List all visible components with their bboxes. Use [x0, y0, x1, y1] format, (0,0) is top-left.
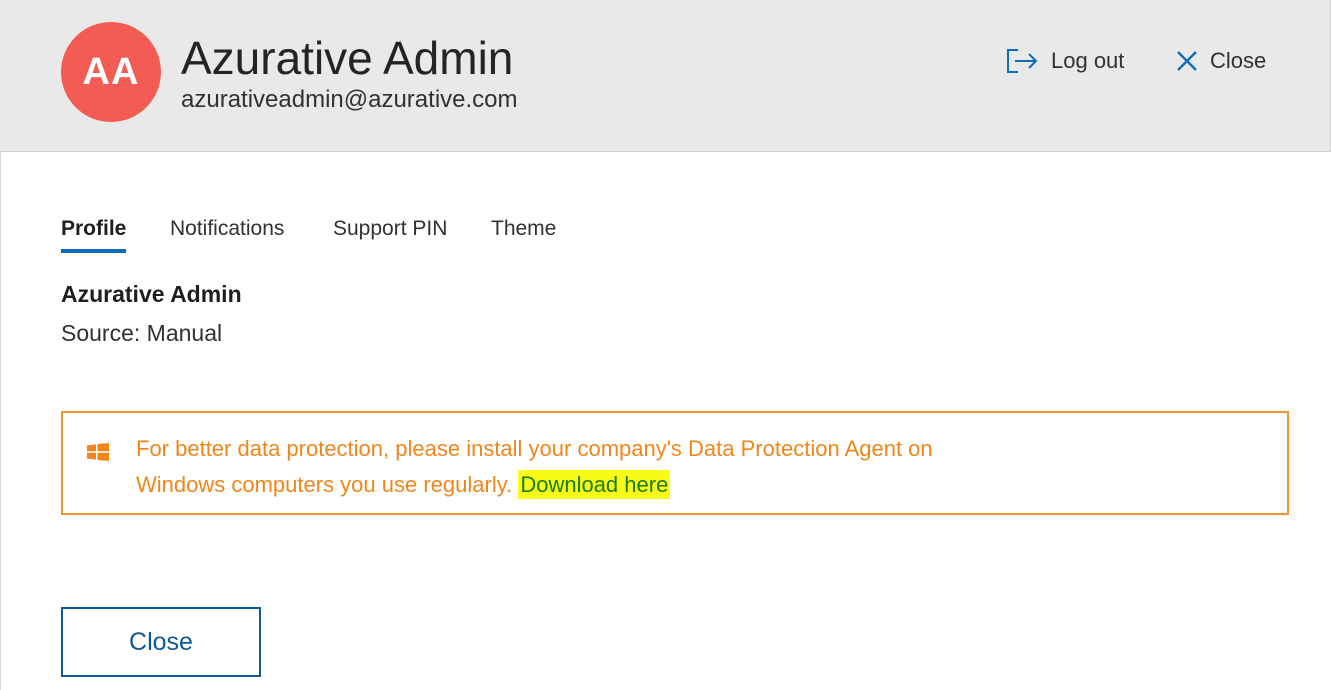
profile-name: Azurative Admin	[61, 281, 242, 307]
windows-logo-icon	[87, 443, 109, 461]
tab-theme[interactable]: Theme	[491, 214, 556, 254]
logout-label: Log out	[1051, 48, 1125, 73]
header-close-label: Close	[1210, 48, 1267, 73]
tab-support-pin[interactable]: Support PIN	[333, 214, 447, 254]
logout-button[interactable]: Log out	[1005, 44, 1124, 78]
notice-line-1: For better data protection, please insta…	[136, 436, 933, 461]
account-header: AA Azurative Admin azurativeadmin@azurat…	[0, 0, 1331, 152]
close-button[interactable]: Close	[61, 607, 261, 677]
avatar: AA	[61, 22, 161, 122]
tab-notifications[interactable]: Notifications	[170, 214, 284, 254]
profile-panel: AA Azurative Admin azurativeadmin@azurat…	[0, 0, 1331, 690]
notice-message: For better data protection, please insta…	[136, 431, 1136, 503]
download-link[interactable]: Download here	[518, 470, 671, 499]
sign-out-icon	[1005, 48, 1051, 74]
user-display-name: Azurative Admin	[181, 32, 514, 84]
profile-source: Source: Manual	[61, 320, 223, 346]
user-email: azurativeadmin@azurative.com	[181, 86, 518, 113]
tab-profile[interactable]: Profile	[61, 214, 127, 254]
panel-border	[0, 152, 1, 690]
close-icon	[1176, 50, 1210, 72]
data-protection-notice: For better data protection, please insta…	[61, 411, 1289, 515]
notice-line-2: Windows computers you use regularly.	[136, 472, 513, 497]
header-close-button[interactable]: Close	[1176, 44, 1266, 78]
